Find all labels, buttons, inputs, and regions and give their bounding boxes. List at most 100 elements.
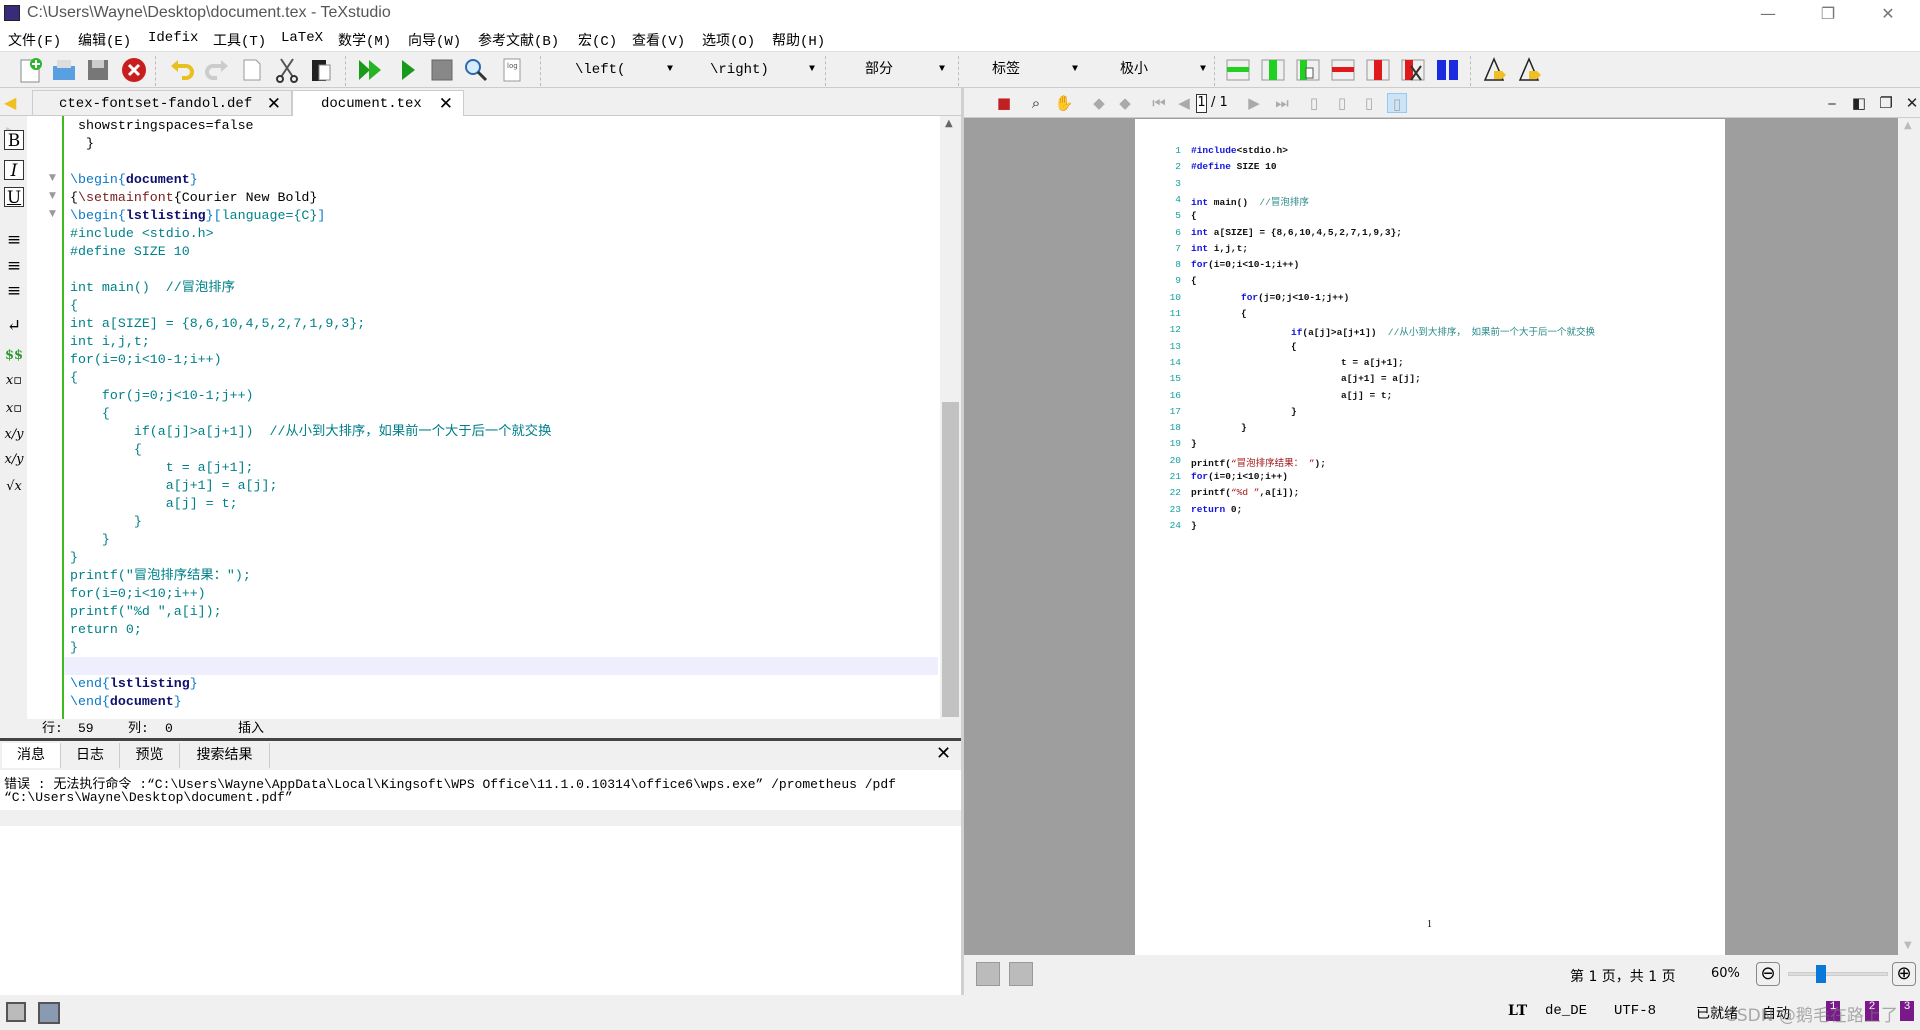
subscript-icon[interactable]: x▫	[4, 371, 24, 391]
build-view-button[interactable]	[356, 56, 384, 84]
save-button[interactable]	[84, 56, 112, 84]
section-dropdown[interactable]: 部分 ▼	[865, 58, 945, 82]
minimize-button[interactable]: —	[1745, 2, 1791, 26]
next-mark-icon[interactable]	[1517, 56, 1545, 84]
encoding-dropdown[interactable]: UTF-8	[1614, 1003, 1656, 1019]
compile-button[interactable]	[394, 56, 422, 84]
dfrac-icon[interactable]: x/y	[4, 450, 24, 470]
close-panel-icon[interactable]: ✕	[936, 743, 951, 764]
pdf-minimize-icon[interactable]: ⎯	[1822, 93, 1842, 113]
close-tab-icon[interactable]: ✕	[267, 91, 281, 117]
italic-icon[interactable]: I	[4, 160, 24, 181]
tab-preview[interactable]: 预览	[120, 743, 180, 768]
bold-icon[interactable]: B	[4, 130, 24, 151]
page-input[interactable]: 1	[1196, 94, 1207, 113]
pdf-close-icon[interactable]: ✕	[1902, 93, 1920, 113]
zoom-slider-thumb[interactable]	[1816, 965, 1826, 983]
scroll-up-icon[interactable]: ▲	[1904, 120, 1912, 131]
back-arrow-icon[interactable]: ◀	[4, 93, 16, 112]
sqrt-icon[interactable]: √x	[4, 477, 24, 497]
pdf-back-icon[interactable]: ◆	[1089, 93, 1109, 113]
menu-item[interactable]: 编辑(E)	[78, 30, 131, 50]
sync-from-editor-icon[interactable]	[1009, 962, 1033, 986]
stop-compile-button[interactable]	[428, 56, 456, 84]
scroll-up-icon[interactable]: ▲	[945, 118, 953, 129]
cut-column-icon[interactable]	[1399, 56, 1427, 84]
pdf-forward-icon[interactable]: ◆	[1115, 93, 1135, 113]
toggle-messages-icon[interactable]	[38, 1002, 60, 1024]
tab-messages[interactable]: 消息	[2, 743, 61, 768]
panel-splitter[interactable]	[0, 738, 961, 741]
fit-text-icon[interactable]: ▯	[1359, 93, 1379, 113]
fraction-icon[interactable]: x/y	[4, 425, 24, 445]
close-file-button[interactable]	[120, 56, 148, 84]
close-window-button[interactable]: ✕	[1865, 2, 1911, 26]
zoom-in-button[interactable]: ⊕	[1892, 962, 1916, 986]
menu-item[interactable]: LaTeX	[281, 30, 323, 46]
newline-icon[interactable]: ↵	[4, 316, 24, 336]
zoom-level-dropdown[interactable]: 60%	[1711, 966, 1740, 981]
close-tab-icon[interactable]: ✕	[439, 91, 453, 117]
underline-icon[interactable]: U	[4, 187, 24, 208]
zoom-out-button[interactable]: ⊖	[1756, 962, 1780, 986]
tab-ctex-fontset-fandol[interactable]: ctex-fontset-fandol.def ✕	[32, 90, 292, 116]
pdf-scrollbar[interactable]: ▲ ▼	[1898, 118, 1920, 955]
view-pdf-button[interactable]	[462, 56, 490, 84]
pdf-search-icon[interactable]: ⌕	[1026, 93, 1046, 113]
restore-button[interactable]: ❐	[1805, 2, 1851, 26]
remove-row-icon[interactable]	[1329, 56, 1357, 84]
align-center-icon[interactable]: ≡	[4, 256, 24, 276]
next-page-icon[interactable]: ▶	[1244, 93, 1264, 113]
paste-column-icon[interactable]	[1294, 56, 1322, 84]
add-row-icon[interactable]	[1224, 56, 1252, 84]
label-dropdown[interactable]: 标签 ▼	[992, 58, 1078, 82]
font-size-dropdown[interactable]: 极小 ▼	[1120, 58, 1206, 82]
toggle-structure-icon[interactable]	[6, 1002, 26, 1022]
fold-marker-icon[interactable]: ▼	[49, 191, 56, 201]
editor-scroll-thumb[interactable]	[942, 402, 959, 717]
cut-button[interactable]	[273, 56, 301, 84]
menu-item[interactable]: 帮助(H)	[772, 30, 825, 50]
undo-button[interactable]	[168, 56, 196, 84]
last-page-icon[interactable]: ⏭	[1272, 93, 1292, 113]
sync-to-editor-icon[interactable]	[976, 962, 1000, 986]
menu-item[interactable]: 参考文献(B)	[478, 30, 559, 50]
align-left-icon[interactable]: ≡	[4, 230, 24, 250]
pdf-book-icon[interactable]: ■	[994, 93, 1014, 113]
superscript-icon[interactable]: x▫	[4, 399, 24, 419]
align-columns-icon[interactable]	[1434, 56, 1462, 84]
zoom-100-icon[interactable]: ▯	[1304, 93, 1324, 113]
tab-search-results[interactable]: 搜索结果	[180, 743, 270, 768]
menu-item[interactable]: 文件(F)	[8, 30, 61, 50]
menu-item[interactable]: 工具(T)	[213, 30, 266, 50]
math-dollar-icon[interactable]: $$	[4, 346, 24, 366]
previous-mark-icon[interactable]	[1482, 56, 1510, 84]
fold-marker-icon[interactable]: ▼	[49, 209, 56, 219]
paste-button[interactable]	[307, 56, 335, 84]
open-file-button[interactable]	[50, 56, 78, 84]
align-right-icon[interactable]: ≡	[4, 281, 24, 301]
remove-column-icon[interactable]	[1364, 56, 1392, 84]
menu-item[interactable]: 选项(O)	[702, 30, 755, 50]
new-file-button[interactable]	[16, 56, 44, 84]
hand-tool-icon[interactable]: ✋	[1054, 93, 1074, 113]
tab-document-tex[interactable]: document.tex ✕	[292, 90, 464, 116]
fit-width-icon[interactable]: ▯	[1332, 93, 1352, 113]
zoom-slider[interactable]	[1788, 965, 1888, 983]
fit-page-icon[interactable]: ▯	[1387, 93, 1407, 113]
pdf-embed-icon[interactable]: ◧	[1849, 93, 1869, 113]
left-delimiter-dropdown[interactable]: \left(▼	[575, 58, 673, 82]
redo-button[interactable]	[203, 56, 231, 84]
menu-item[interactable]: 向导(W)	[408, 30, 461, 50]
scroll-down-icon[interactable]: ▼	[1904, 940, 1912, 951]
right-delimiter-dropdown[interactable]: \right) ▼	[710, 58, 815, 82]
view-log-button[interactable]: log	[498, 56, 526, 84]
fold-marker-icon[interactable]: ▼	[49, 173, 56, 183]
languagetool-icon[interactable]: LT	[1508, 1003, 1527, 1019]
spell-language-dropdown[interactable]: de_DE	[1545, 1003, 1587, 1019]
menu-item[interactable]: 宏(C)	[578, 30, 617, 50]
tab-log[interactable]: 日志	[61, 743, 120, 768]
add-column-icon[interactable]	[1259, 56, 1287, 84]
previous-page-icon[interactable]: ◀	[1174, 93, 1194, 113]
menu-item[interactable]: Idefix	[148, 30, 198, 46]
